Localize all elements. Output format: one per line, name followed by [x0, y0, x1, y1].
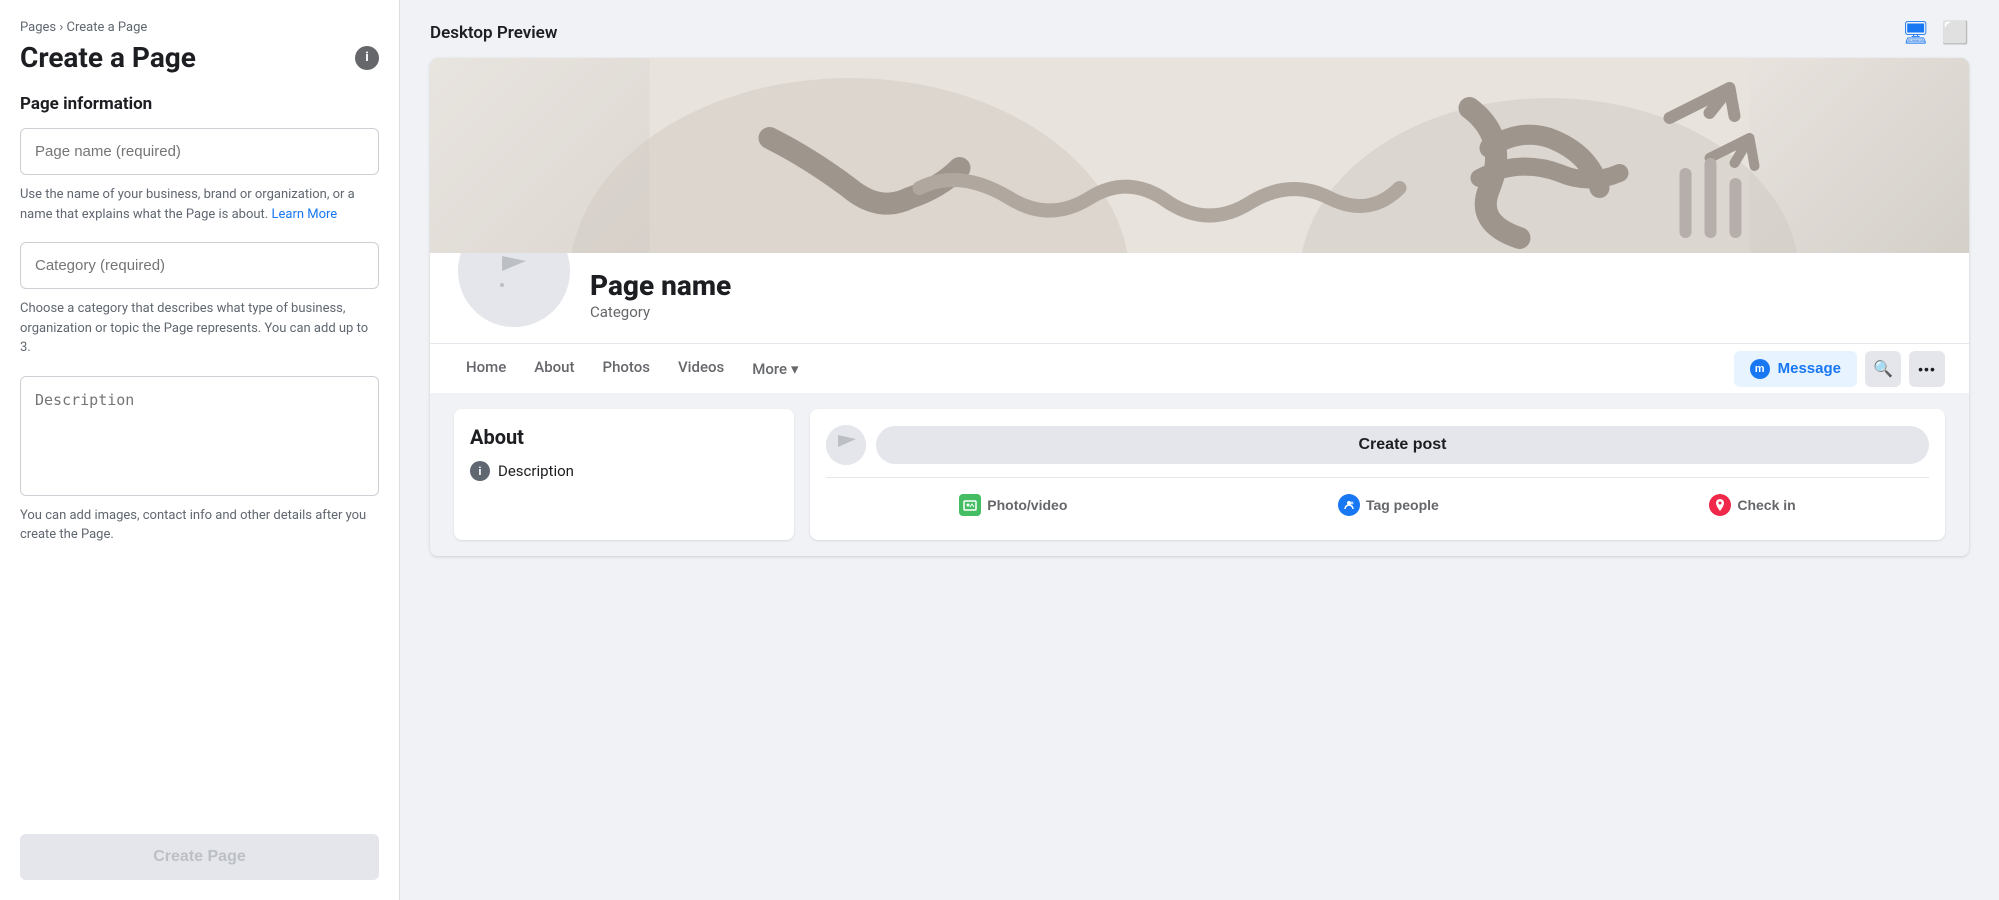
page-nav: Home About Photos Videos More ▾ m Messag… — [430, 343, 1969, 393]
check-in-label: Check in — [1737, 497, 1795, 513]
check-in-icon — [1709, 494, 1731, 516]
info-icon[interactable]: i — [355, 46, 379, 70]
preview-label: Desktop Preview — [430, 23, 557, 43]
search-icon: 🔍 — [1873, 359, 1893, 379]
create-page-button[interactable]: Create Page — [20, 834, 379, 880]
description-input[interactable] — [20, 376, 379, 496]
photo-video-button[interactable]: Photo/video — [947, 486, 1079, 524]
right-panel: Desktop Preview 🖥 ⬜ — [400, 0, 1999, 900]
more-dots-icon: ••• — [1918, 361, 1936, 377]
check-in-button[interactable]: Check in — [1697, 486, 1807, 524]
content-area: About i Description — [430, 393, 1969, 556]
about-description-text: Description — [498, 462, 574, 480]
preview-icons: 🖥 ⬜ — [1902, 20, 1969, 46]
left-panel: Pages › Create a Page Create a Page i Pa… — [0, 0, 400, 900]
breadcrumb-current: Create a Page — [66, 20, 147, 35]
tag-people-button[interactable]: Tag people — [1326, 486, 1451, 524]
profile-info: Page name Category — [590, 269, 731, 331]
profile-category: Category — [590, 303, 731, 321]
create-post-card: Create post Photo/video — [810, 409, 1945, 540]
breadcrumb: Pages › Create a Page — [20, 20, 379, 35]
cover-photo — [430, 58, 1969, 253]
tag-people-label: Tag people — [1366, 497, 1439, 513]
tag-people-icon — [1338, 494, 1360, 516]
nav-more[interactable]: More ▾ — [740, 346, 810, 392]
chevron-down-icon: ▾ — [791, 360, 799, 378]
breadcrumb-pages[interactable]: Pages — [20, 20, 56, 35]
nav-more-label: More — [752, 360, 787, 378]
post-avatar — [826, 425, 866, 465]
category-helper: Choose a category that describes what ty… — [20, 299, 379, 358]
message-button[interactable]: m Message — [1734, 351, 1857, 387]
nav-photos[interactable]: Photos — [591, 344, 662, 393]
page-name-input[interactable] — [20, 128, 379, 175]
page-name-helper: Use the name of your business, brand or … — [20, 185, 379, 224]
about-description-row: i Description — [470, 461, 778, 481]
page-title-row: Create a Page i — [20, 41, 379, 74]
tablet-view-button[interactable]: ⬜ — [1942, 20, 1969, 46]
create-post-area: Create post Photo/video — [810, 409, 1945, 540]
desktop-view-button[interactable]: 🖥 — [1902, 20, 1930, 46]
preview-card: Page name Category Home About Photos Vid… — [430, 58, 1969, 556]
learn-more-link[interactable]: Learn More — [271, 207, 337, 222]
nav-videos[interactable]: Videos — [666, 344, 736, 393]
page-title: Create a Page — [20, 41, 196, 74]
preview-header: Desktop Preview 🖥 ⬜ — [430, 20, 1969, 46]
create-post-top: Create post — [826, 425, 1929, 465]
create-post-button[interactable]: Create post — [876, 426, 1929, 464]
nav-about[interactable]: About — [522, 344, 586, 393]
photo-video-icon — [959, 494, 981, 516]
photo-video-label: Photo/video — [987, 497, 1067, 513]
create-post-actions: Photo/video Tag people — [826, 477, 1929, 524]
message-button-label: Message — [1778, 360, 1841, 377]
nav-home[interactable]: Home — [454, 344, 518, 393]
messenger-icon: m — [1750, 359, 1770, 379]
about-card: About i Description — [454, 409, 794, 540]
category-input[interactable] — [20, 242, 379, 289]
more-options-button[interactable]: ••• — [1909, 351, 1945, 387]
nav-actions: m Message 🔍 ••• — [1734, 351, 1945, 387]
profile-page-name: Page name — [590, 269, 731, 303]
search-button[interactable]: 🔍 — [1865, 351, 1901, 387]
section-title: Page information — [20, 94, 379, 114]
about-title: About — [470, 425, 778, 449]
page-nav-links: Home About Photos Videos More ▾ — [454, 344, 811, 393]
description-helper: You can add images, contact info and oth… — [20, 506, 379, 545]
about-info-icon: i — [470, 461, 490, 481]
